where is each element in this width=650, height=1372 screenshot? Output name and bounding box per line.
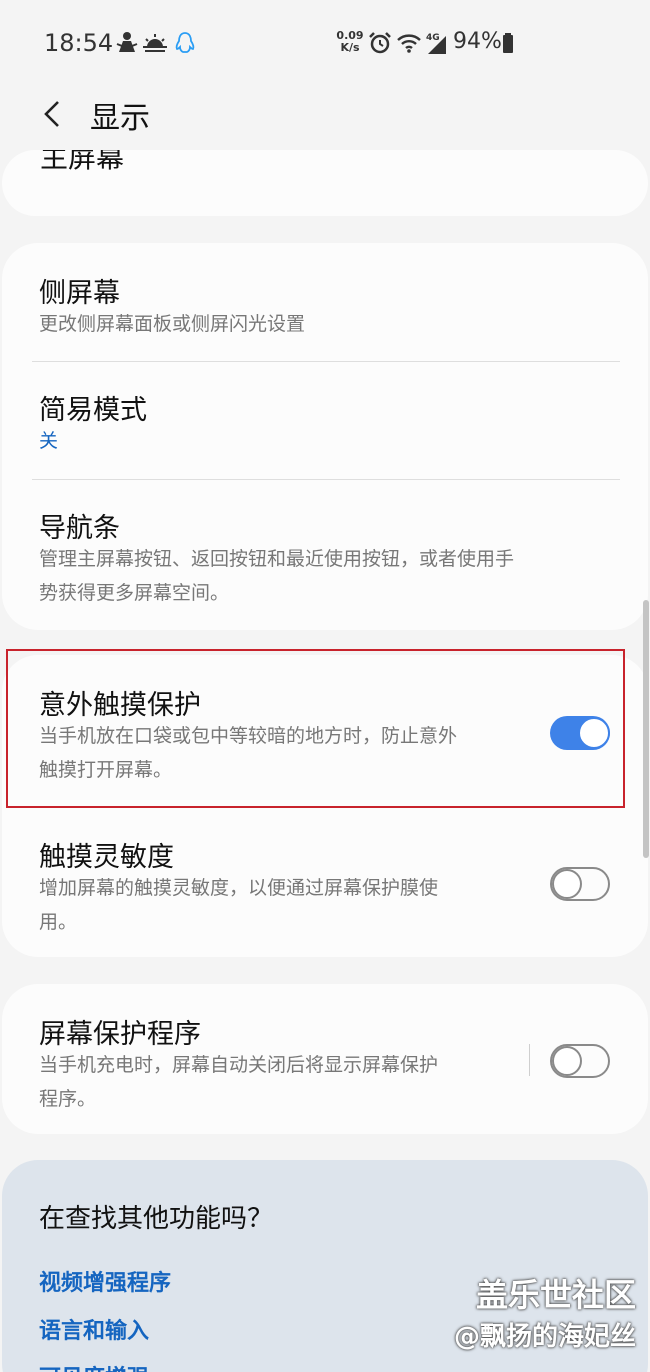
item-title: 触摸灵敏度 bbox=[39, 842, 174, 873]
item-status-value: 关 bbox=[39, 430, 59, 452]
alarm-icon bbox=[369, 32, 391, 54]
settings-item-screen-saver[interactable]: 屏幕保护程序 当手机充电时，屏幕自动关闭后将显示屏幕保护 程序。 bbox=[2, 984, 648, 1134]
settings-item-easy-mode[interactable]: 简易模式 关 bbox=[2, 362, 648, 479]
vertical-divider bbox=[529, 1044, 530, 1076]
back-button[interactable] bbox=[30, 92, 74, 136]
item-title: 屏幕保护程序 bbox=[39, 1019, 201, 1050]
touch-sensitivity-toggle[interactable] bbox=[550, 867, 610, 901]
chevron-left-icon bbox=[44, 101, 59, 127]
screen-saver-toggle[interactable] bbox=[550, 1044, 610, 1078]
home-screen-title: 主屏幕 bbox=[40, 150, 125, 174]
watermark-community: 盖乐世社区 bbox=[475, 1276, 636, 1314]
suggestion-link-video-enhancer[interactable]: 视频增强程序 bbox=[39, 1265, 171, 1297]
toggle-knob bbox=[552, 1046, 582, 1076]
qq-penguin-icon bbox=[175, 32, 195, 53]
net-speed-unit: K/s bbox=[340, 41, 360, 54]
item-title: 侧屏幕 bbox=[39, 278, 120, 309]
wifi-icon bbox=[397, 34, 421, 53]
item-subtitle-line-2: 程序。 bbox=[39, 1088, 97, 1110]
settings-item-touch-sensitivity[interactable]: 触摸灵敏度 增加屏幕的触摸灵敏度，以便通过屏幕保护膜使 用。 bbox=[2, 807, 648, 957]
signal-icon: 4G bbox=[426, 33, 446, 54]
settings-item-navigation-bar[interactable]: 导航条 管理主屏幕按钮、返回按钮和最近使用按钮，或者使用手 势获得更多屏幕空间。 bbox=[2, 480, 648, 630]
page-title: 显示 bbox=[90, 101, 150, 136]
network-type: 4G bbox=[426, 33, 440, 43]
settings-group-1: 侧屏幕 更改侧屏幕面板或侧屏闪光设置 简易模式 关 导航条 管理主屏幕按钮、返回… bbox=[2, 243, 648, 630]
net-speed: 0.09 K/s bbox=[336, 30, 364, 54]
settings-item-edge-screen[interactable]: 侧屏幕 更改侧屏幕面板或侧屏闪光设置 bbox=[2, 243, 648, 361]
item-title: 导航条 bbox=[39, 513, 120, 544]
item-subtitle-line-2: 势获得更多屏幕空间。 bbox=[39, 582, 230, 604]
toggle-knob bbox=[552, 869, 582, 899]
suggestions-title: 在查找其他功能吗？ bbox=[39, 1204, 274, 1234]
item-subtitle-line-1: 当手机充电时，屏幕自动关闭后将显示屏幕保护 bbox=[39, 1054, 439, 1076]
weather-sunrise-icon bbox=[143, 34, 167, 52]
item-title: 简易模式 bbox=[39, 395, 147, 426]
highlight-annotation-box bbox=[6, 649, 625, 808]
battery-percent: 94% bbox=[453, 29, 502, 54]
display-settings-screen: 18:54 0.09 K/s 4G 94% 显示 主屏幕 侧屏幕 更改侧屏幕面板… bbox=[0, 0, 650, 1372]
item-subtitle-line-1: 管理主屏幕按钮、返回按钮和最近使用按钮，或者使用手 bbox=[39, 548, 515, 570]
item-subtitle-line-2: 用。 bbox=[39, 911, 78, 933]
settings-item-home-screen[interactable]: 主屏幕 bbox=[2, 150, 648, 216]
status-time: 18:54 bbox=[44, 29, 114, 57]
suggestion-link-language-input[interactable]: 语言和输入 bbox=[39, 1313, 149, 1345]
status-bar: 18:54 0.09 K/s 4G 94% bbox=[0, 0, 650, 84]
settings-group-3: 屏幕保护程序 当手机充电时，屏幕自动关闭后将显示屏幕保护 程序。 bbox=[2, 984, 648, 1134]
item-subtitle-line-1: 增加屏幕的触摸灵敏度，以便通过屏幕保护膜使 bbox=[39, 877, 439, 899]
suggestion-link-visibility[interactable]: 可见度增强 bbox=[39, 1360, 149, 1372]
notification-person-icon bbox=[116, 32, 138, 52]
scrollbar[interactable] bbox=[643, 600, 649, 858]
item-subtitle: 更改侧屏幕面板或侧屏闪光设置 bbox=[39, 313, 306, 335]
watermark-author: @飘扬的海妃丝 bbox=[453, 1322, 636, 1352]
battery-icon bbox=[503, 33, 513, 53]
